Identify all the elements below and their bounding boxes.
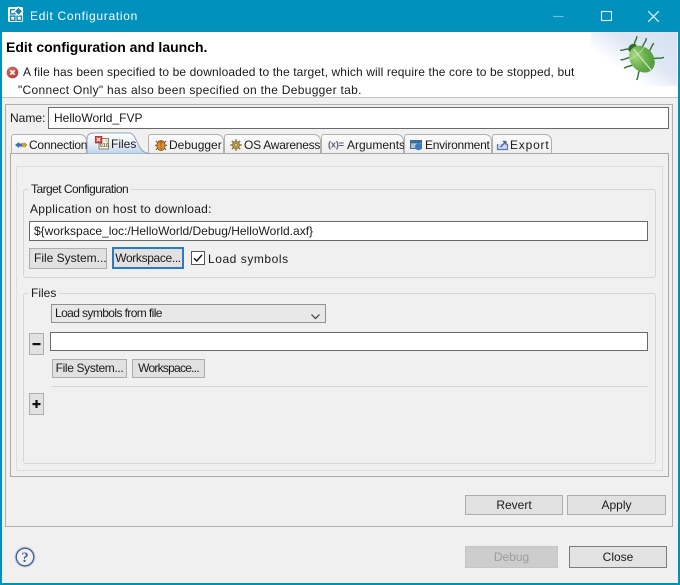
svg-text:?: ? (21, 550, 28, 566)
svg-text:010: 010 (100, 143, 109, 149)
svg-text:(x)=: (x)= (328, 140, 344, 150)
